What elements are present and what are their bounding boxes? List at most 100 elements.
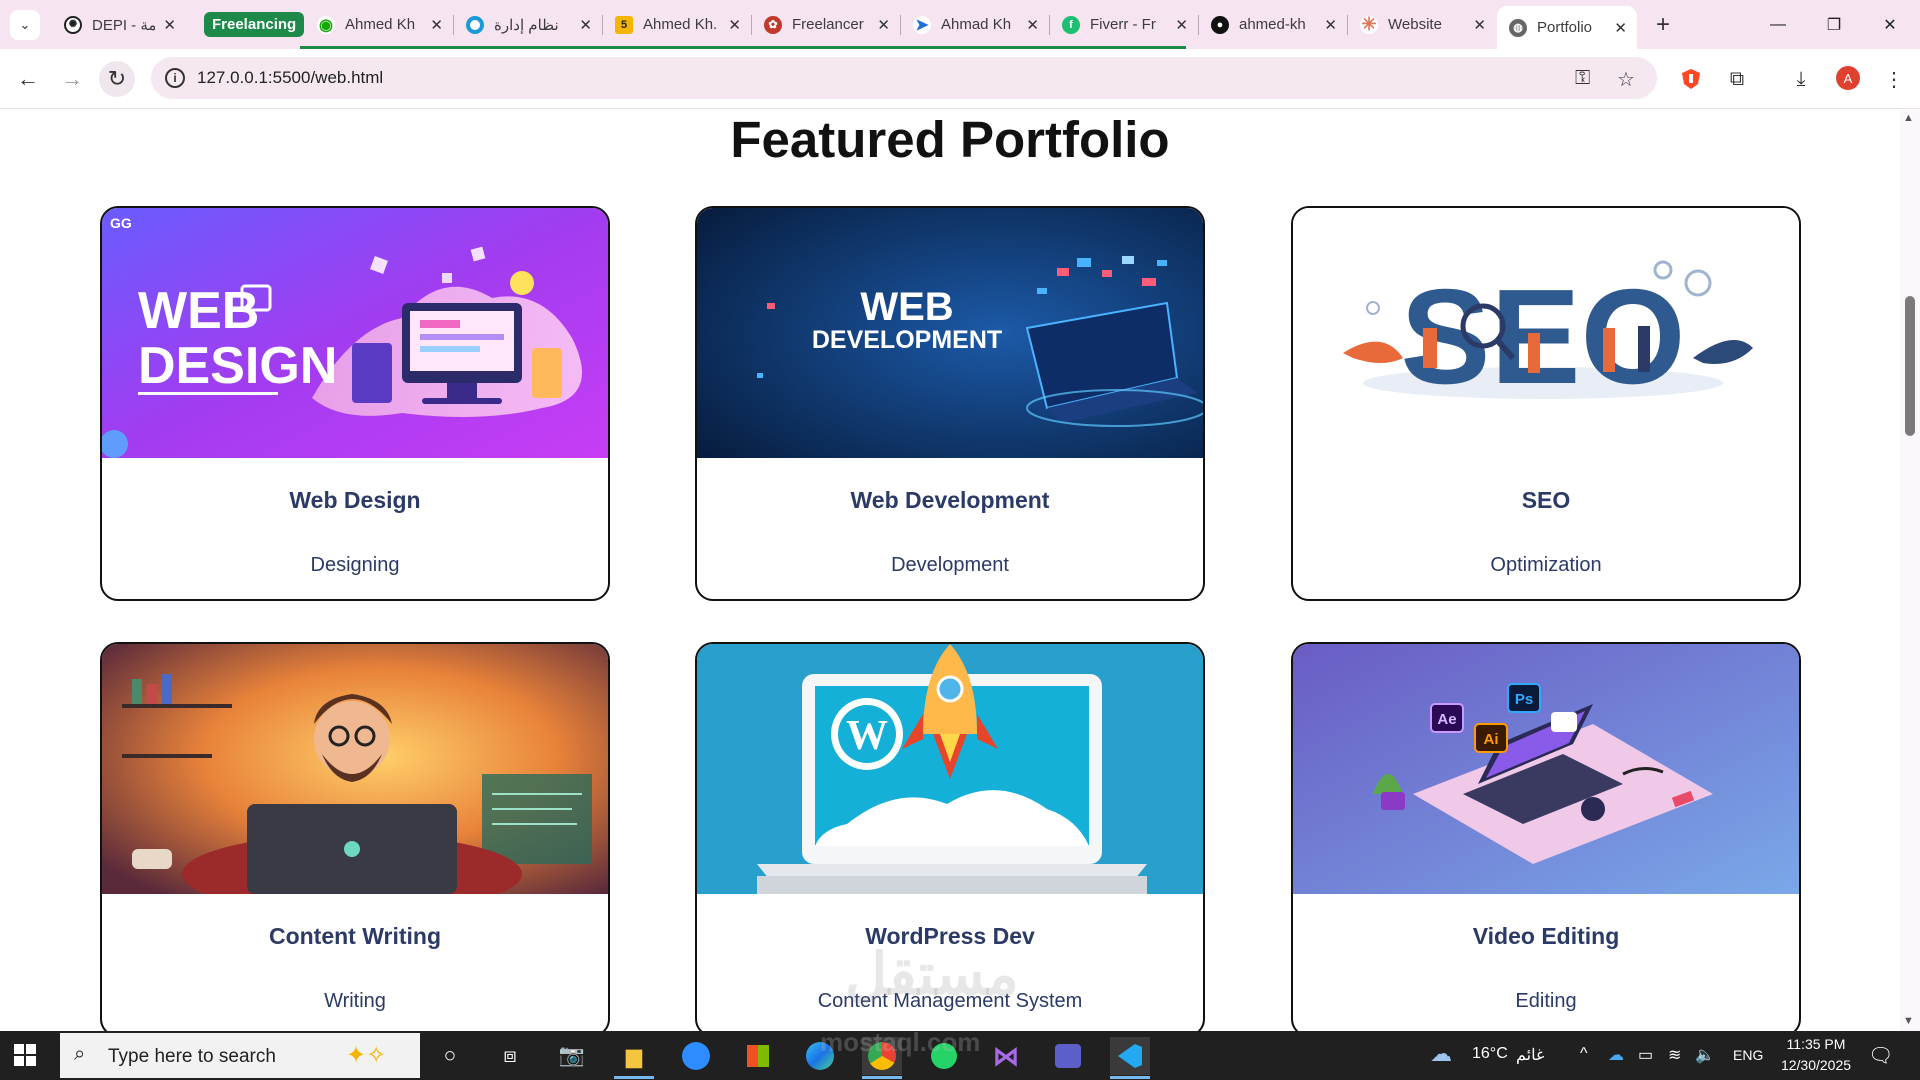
page-title: Featured Portfolio (730, 111, 1170, 168)
chevron-down-icon: ⌄ (19, 17, 31, 32)
tab-7[interactable]: f Fiverr - Fr ✕ (1050, 6, 1198, 43)
task-view-icon[interactable]: ⧈ (490, 1037, 530, 1075)
art-text-design: DESIGN (138, 337, 337, 395)
scrollbar-thumb[interactable] (1905, 296, 1915, 436)
claude-icon: ✳ (1360, 14, 1378, 34)
tab-8[interactable]: ● ahmed-kh ✕ (1199, 6, 1347, 43)
scroll-up-icon[interactable]: ▲ (1903, 112, 1914, 124)
close-icon[interactable]: ✕ (163, 16, 176, 34)
card-subtitle: Optimization (1490, 554, 1602, 576)
gfg-logo: GG (110, 215, 132, 231)
brave-shield-icon[interactable] (1677, 65, 1705, 93)
cortana-icon[interactable]: ○ (430, 1037, 470, 1075)
battery-icon[interactable]: ▭ (1638, 1045, 1653, 1065)
portfolio-card-content-writing[interactable]: Content Writing Writing (100, 642, 610, 1031)
ai-badge: Ai (1484, 731, 1499, 748)
clock-date[interactable]: 12/30/2025 (1766, 1057, 1866, 1073)
portfolio-card-web-design[interactable]: WEB DESIGN GG Web Design Designing (100, 206, 610, 601)
card-title: Video Editing (1472, 923, 1620, 949)
star-icon[interactable]: ☆ (1617, 67, 1635, 92)
portfolio-card-seo[interactable]: SEO SEO Optimization (1291, 206, 1801, 601)
tab-6[interactable]: ➤ Ahmad Kh ✕ (901, 6, 1049, 43)
weather-desc[interactable]: غائم (1516, 1045, 1544, 1065)
close-icon[interactable]: ✕ (1324, 16, 1337, 34)
profile-avatar[interactable]: A (1836, 66, 1860, 90)
onedrive-icon[interactable]: ☁ (1608, 1045, 1624, 1065)
key-icon[interactable]: ⚿ (1575, 67, 1590, 90)
close-icon[interactable]: ✕ (877, 16, 890, 34)
cloud-weather-icon[interactable]: ☁ (1430, 1041, 1452, 1067)
info-icon[interactable]: i (165, 68, 185, 88)
minimize-button[interactable]: — (1750, 0, 1806, 49)
close-icon[interactable]: ✕ (1473, 16, 1486, 34)
web-development-illustration: WEB DEVELOPMENT (697, 208, 1203, 458)
address-bar[interactable]: i 127.0.0.1:5500/web.html ⚿ ☆ (151, 57, 1657, 99)
card-title: Content Writing (268, 923, 442, 949)
freelancer-icon: ✿ (764, 15, 782, 34)
wifi-icon[interactable]: ≋ (1668, 1045, 1681, 1065)
github-icon: ● (1211, 15, 1229, 34)
zoom-icon[interactable] (676, 1037, 716, 1075)
restore-button[interactable]: ❐ (1806, 0, 1862, 49)
download-icon[interactable]: ⤓ (1787, 65, 1815, 93)
plus-icon: + (1655, 11, 1670, 38)
tab-1[interactable]: ✺ DEPI - قائمة ✕ (52, 6, 186, 43)
page-viewport: Featured Portfolio WEB DESIGN GG Web Des… (0, 110, 1900, 1031)
tab-2[interactable]: ◉ Ahmed Kh ✕ (305, 6, 453, 43)
tab-group-freelancing[interactable]: Freelancing (204, 12, 305, 37)
visual-studio-icon[interactable]: ⋈ (986, 1037, 1026, 1075)
language-indicator[interactable]: ENG (1733, 1047, 1763, 1063)
tab-3[interactable]: نظام إدارة ✕ (454, 6, 602, 43)
vertical-scrollbar[interactable]: ▲ ▼ (1900, 110, 1920, 1031)
close-icon: ✕ (1883, 16, 1897, 34)
upwork-icon: ◉ (317, 15, 335, 34)
portfolio-card-web-development[interactable]: WEB DEVELOPMENT Web Development Developm… (695, 206, 1205, 601)
tab-4[interactable]: 5 Ahmed Kh. ✕ (603, 6, 751, 43)
forward-button[interactable]: → (54, 61, 90, 97)
url-text[interactable]: 127.0.0.1:5500/web.html (197, 68, 383, 88)
minimize-icon: — (1770, 15, 1786, 33)
weather-temp[interactable]: 16°C (1472, 1045, 1508, 1063)
chevron-up-icon[interactable]: ^ (1580, 1045, 1588, 1063)
new-tab-button[interactable]: + (1648, 10, 1678, 40)
windows-start-button[interactable] (14, 1044, 36, 1066)
notification-icon[interactable]: 🗨 (1868, 1043, 1893, 1068)
tab-5[interactable]: ✿ Freelancer ✕ (752, 6, 900, 43)
content-writer-illustration (102, 644, 608, 894)
vscode-icon[interactable] (1110, 1037, 1150, 1075)
clock-time[interactable]: 11:35 PM (1766, 1036, 1866, 1052)
portfolio-card-video-editing[interactable]: Ae Ps Ai Video Editing Editing (1291, 642, 1801, 1031)
close-icon[interactable]: ✕ (728, 16, 741, 34)
scroll-down-icon[interactable]: ▼ (1903, 1015, 1914, 1027)
tab-10-active[interactable]: ◍ Portfolio ✕ (1497, 6, 1637, 49)
close-icon[interactable]: ✕ (579, 16, 592, 34)
fiverr-icon: f (1062, 15, 1080, 34)
active-indicator (1110, 1076, 1150, 1079)
teams-icon[interactable] (1048, 1037, 1088, 1075)
close-icon[interactable]: ✕ (1175, 16, 1188, 34)
tab-9[interactable]: ✳ Website ✕ (1348, 6, 1496, 43)
tab-search-dropdown[interactable]: ⌄ (10, 10, 40, 40)
file-explorer-icon[interactable]: ▆ (614, 1037, 654, 1075)
ps-badge: Ps (1515, 691, 1533, 708)
close-icon[interactable]: ✕ (430, 16, 443, 34)
close-window-button[interactable]: ✕ (1862, 0, 1918, 49)
close-icon[interactable]: ✕ (1026, 16, 1039, 34)
camera-icon[interactable]: 📷 (552, 1037, 592, 1075)
five-icon: 5 (615, 15, 633, 34)
svg-text:W: W (846, 713, 888, 759)
arrow-left-icon: ← (17, 66, 39, 91)
wordpress-rocket-illustration: W (697, 644, 1203, 894)
more-menu-icon[interactable]: ⋮ (1880, 65, 1908, 93)
reload-icon: ↻ (107, 66, 127, 91)
microsoft-store-icon[interactable] (738, 1037, 778, 1075)
arrow-right-icon: → (61, 66, 83, 91)
volume-icon[interactable]: 🔈 (1695, 1045, 1715, 1065)
card-title: Web Design (289, 487, 421, 513)
back-button[interactable]: ← (10, 61, 46, 97)
close-icon[interactable]: ✕ (1614, 19, 1627, 37)
search-icon: ⌕ (74, 1043, 86, 1065)
taskbar-search-box[interactable]: ⌕ Type here to search ✦✧ (60, 1033, 420, 1078)
reload-button[interactable]: ↻ (99, 61, 135, 97)
extensions-icon[interactable]: ⧉ (1723, 65, 1751, 93)
